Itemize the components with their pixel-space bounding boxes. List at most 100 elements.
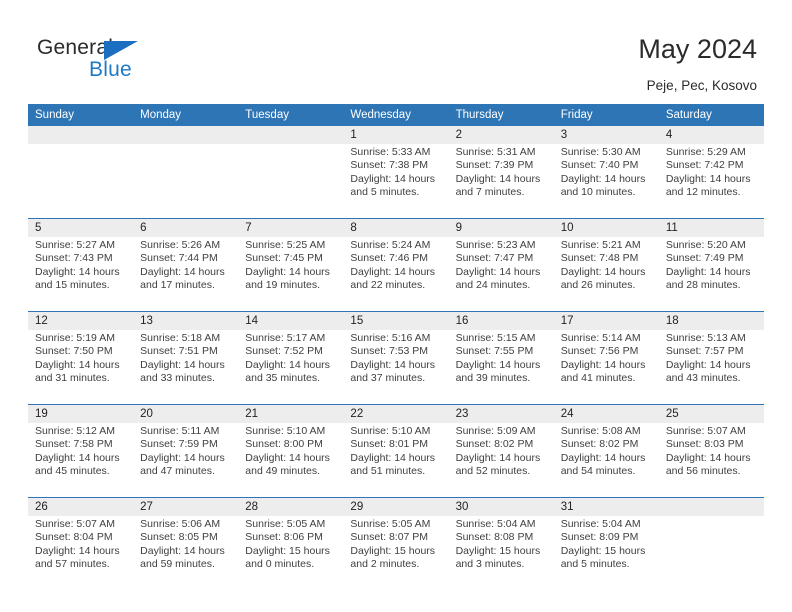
day-cell-8[interactable]: Sunrise: 5:24 AM Sunset: 7:46 PM Daylight:… bbox=[343, 237, 449, 312]
day-cell-16[interactable]: Sunrise: 5:15 AM Sunset: 7:55 PM Daylight:… bbox=[448, 330, 554, 405]
day-detail-line: and 33 minutes. bbox=[140, 372, 215, 385]
day-detail-line: Sunrise: 5:33 AM bbox=[350, 146, 431, 158]
day-number-30[interactable]: 30 bbox=[448, 497, 554, 516]
day-detail-line: Daylight: 15 hours bbox=[455, 544, 541, 557]
day-number-16[interactable]: 16 bbox=[448, 311, 554, 330]
day-detail-line: Sunset: 8:09 PM bbox=[560, 531, 639, 544]
day-detail-line: Daylight: 14 hours bbox=[455, 172, 541, 185]
day-cell-20[interactable]: Sunrise: 5:11 AM Sunset: 7:59 PM Daylight:… bbox=[133, 423, 239, 498]
day-number-19[interactable]: 19 bbox=[28, 404, 134, 423]
day-detail-line: and 2 minutes. bbox=[350, 558, 420, 571]
day-detail-line: Daylight: 14 hours bbox=[665, 265, 751, 278]
weekday-header-friday: Friday bbox=[553, 104, 659, 126]
day-number-5[interactable]: 5 bbox=[28, 218, 134, 237]
day-detail-line: and 49 minutes. bbox=[245, 465, 320, 478]
day-number-23[interactable]: 23 bbox=[448, 404, 554, 423]
day-cell-7[interactable]: Sunrise: 5:25 AM Sunset: 7:45 PM Daylight:… bbox=[238, 237, 344, 312]
day-number-31[interactable]: 31 bbox=[553, 497, 659, 516]
week-details-row: Sunrise: 5:33 AM Sunset: 7:38 PM Daylight:… bbox=[28, 144, 764, 219]
day-detail-line: and 45 minutes. bbox=[35, 465, 110, 478]
day-number-11[interactable]: 11 bbox=[658, 218, 764, 237]
day-detail-line: Sunrise: 5:13 AM bbox=[665, 332, 746, 344]
day-cell-12[interactable]: Sunrise: 5:19 AM Sunset: 7:50 PM Daylight:… bbox=[28, 330, 134, 405]
day-number-28[interactable]: 28 bbox=[238, 497, 344, 516]
day-detail-line: Sunset: 8:06 PM bbox=[245, 531, 323, 544]
day-number-6[interactable]: 6 bbox=[133, 218, 239, 237]
day-number-27[interactable]: 27 bbox=[133, 497, 239, 516]
day-number-12[interactable]: 12 bbox=[28, 311, 134, 330]
day-number-15[interactable]: 15 bbox=[343, 311, 449, 330]
day-detail-line: Daylight: 14 hours bbox=[140, 451, 225, 464]
day-cell-10[interactable]: Sunrise: 5:21 AM Sunset: 7:48 PM Daylight:… bbox=[553, 237, 659, 312]
day-number-24[interactable]: 24 bbox=[553, 404, 659, 423]
day-cell-30[interactable]: Sunrise: 5:04 AM Sunset: 8:08 PM Daylight:… bbox=[448, 516, 554, 590]
day-cell-24[interactable]: Sunrise: 5:08 AM Sunset: 8:02 PM Daylight:… bbox=[553, 423, 659, 498]
day-number-20[interactable]: 20 bbox=[133, 404, 239, 423]
logo-text-general: General bbox=[37, 36, 114, 59]
day-cell-3[interactable]: Sunrise: 5:30 AM Sunset: 7:40 PM Daylight:… bbox=[553, 144, 659, 219]
day-cell-9[interactable]: Sunrise: 5:23 AM Sunset: 7:47 PM Daylight:… bbox=[448, 237, 554, 312]
week-details-row: Sunrise: 5:19 AM Sunset: 7:50 PM Daylight:… bbox=[28, 330, 764, 405]
day-number-18[interactable]: 18 bbox=[658, 311, 764, 330]
day-cell-23[interactable]: Sunrise: 5:09 AM Sunset: 8:02 PM Daylight:… bbox=[448, 423, 554, 498]
weekday-header-thursday: Thursday bbox=[448, 104, 554, 126]
day-cell-2[interactable]: Sunrise: 5:31 AM Sunset: 7:39 PM Daylight:… bbox=[448, 144, 554, 219]
day-cell-6[interactable]: Sunrise: 5:26 AM Sunset: 7:44 PM Daylight:… bbox=[133, 237, 239, 312]
day-detail-line: Daylight: 14 hours bbox=[665, 172, 751, 185]
day-number-22[interactable]: 22 bbox=[343, 404, 449, 423]
day-cell-26[interactable]: Sunrise: 5:07 AM Sunset: 8:04 PM Daylight:… bbox=[28, 516, 134, 590]
day-detail-line: Daylight: 14 hours bbox=[35, 358, 120, 371]
day-detail-line: Sunrise: 5:25 AM bbox=[245, 239, 326, 251]
day-number-9[interactable]: 9 bbox=[448, 218, 554, 237]
day-detail-line: and 31 minutes. bbox=[35, 372, 110, 385]
day-cell-14[interactable]: Sunrise: 5:17 AM Sunset: 7:52 PM Daylight:… bbox=[238, 330, 344, 405]
day-cell-13[interactable]: Sunrise: 5:18 AM Sunset: 7:51 PM Daylight:… bbox=[133, 330, 239, 405]
day-detail-line: and 12 minutes. bbox=[665, 186, 741, 199]
day-detail-line: Sunrise: 5:11 AM bbox=[140, 425, 220, 437]
day-cell-1[interactable]: Sunrise: 5:33 AM Sunset: 7:38 PM Daylight:… bbox=[343, 144, 449, 219]
day-detail-line: Sunrise: 5:10 AM bbox=[245, 425, 326, 437]
day-cell-21[interactable]: Sunrise: 5:10 AM Sunset: 8:00 PM Daylight:… bbox=[238, 423, 344, 498]
day-number-29[interactable]: 29 bbox=[343, 497, 449, 516]
day-number-7[interactable]: 7 bbox=[238, 218, 344, 237]
week-details-row: Sunrise: 5:12 AM Sunset: 7:58 PM Daylight:… bbox=[28, 423, 764, 498]
day-detail-line: Sunset: 7:45 PM bbox=[245, 252, 323, 265]
day-number-21[interactable]: 21 bbox=[238, 404, 344, 423]
day-cell-29[interactable]: Sunrise: 5:05 AM Sunset: 8:07 PM Daylight:… bbox=[343, 516, 449, 590]
day-cell-28[interactable]: Sunrise: 5:05 AM Sunset: 8:06 PM Daylight:… bbox=[238, 516, 344, 590]
calendar-body: 1 2 3 4 Sunrise: 5:33 AM Sunset: 7:38 PM Dayli… bbox=[28, 126, 764, 590]
day-detail-line: and 5 minutes. bbox=[350, 186, 420, 199]
day-number-3[interactable]: 3 bbox=[553, 126, 659, 144]
general-blue-logo[interactable]: General Blue bbox=[37, 36, 167, 84]
day-detail-line: Daylight: 14 hours bbox=[35, 265, 120, 278]
day-number-4[interactable]: 4 bbox=[658, 126, 764, 144]
day-cell-4[interactable]: Sunrise: 5:29 AM Sunset: 7:42 PM Daylight:… bbox=[658, 144, 764, 219]
day-detail-line: Daylight: 15 hours bbox=[560, 544, 646, 557]
day-number-13[interactable]: 13 bbox=[133, 311, 239, 330]
day-number-25[interactable]: 25 bbox=[658, 404, 764, 423]
day-detail-line: Sunset: 7:55 PM bbox=[455, 345, 534, 358]
day-number-2[interactable]: 2 bbox=[448, 126, 554, 144]
day-number-14[interactable]: 14 bbox=[238, 311, 344, 330]
day-cell-18[interactable]: Sunrise: 5:13 AM Sunset: 7:57 PM Daylight:… bbox=[658, 330, 764, 405]
day-detail-line: Daylight: 14 hours bbox=[350, 172, 436, 185]
day-cell-27[interactable]: Sunrise: 5:06 AM Sunset: 8:05 PM Daylight:… bbox=[133, 516, 239, 590]
day-detail-line: Sunrise: 5:04 AM bbox=[455, 518, 536, 530]
day-cell-31[interactable]: Sunrise: 5:04 AM Sunset: 8:09 PM Daylight:… bbox=[553, 516, 659, 590]
weekday-header-row: Sunday Monday Tuesday Wednesday Thursday Frid… bbox=[28, 104, 764, 126]
day-number-1[interactable]: 1 bbox=[343, 126, 449, 144]
day-number-8[interactable]: 8 bbox=[343, 218, 449, 237]
day-cell-25[interactable]: Sunrise: 5:07 AM Sunset: 8:03 PM Daylight:… bbox=[658, 423, 764, 498]
day-cell-15[interactable]: Sunrise: 5:16 AM Sunset: 7:53 PM Daylight:… bbox=[343, 330, 449, 405]
day-cell-5[interactable]: Sunrise: 5:27 AM Sunset: 7:43 PM Daylight:… bbox=[28, 237, 134, 312]
day-cell-22[interactable]: Sunrise: 5:10 AM Sunset: 8:01 PM Daylight:… bbox=[343, 423, 449, 498]
day-number-10[interactable]: 10 bbox=[553, 218, 659, 237]
day-number-empty bbox=[28, 126, 134, 144]
day-cell-19[interactable]: Sunrise: 5:12 AM Sunset: 7:58 PM Daylight:… bbox=[28, 423, 134, 498]
day-number-17[interactable]: 17 bbox=[553, 311, 659, 330]
day-cell-11[interactable]: Sunrise: 5:20 AM Sunset: 7:49 PM Daylight:… bbox=[658, 237, 764, 312]
day-detail-line: Sunrise: 5:04 AM bbox=[560, 518, 641, 530]
day-cell-17[interactable]: Sunrise: 5:14 AM Sunset: 7:56 PM Daylight:… bbox=[553, 330, 659, 405]
day-number-26[interactable]: 26 bbox=[28, 497, 134, 516]
day-detail-line: and 35 minutes. bbox=[245, 372, 320, 385]
